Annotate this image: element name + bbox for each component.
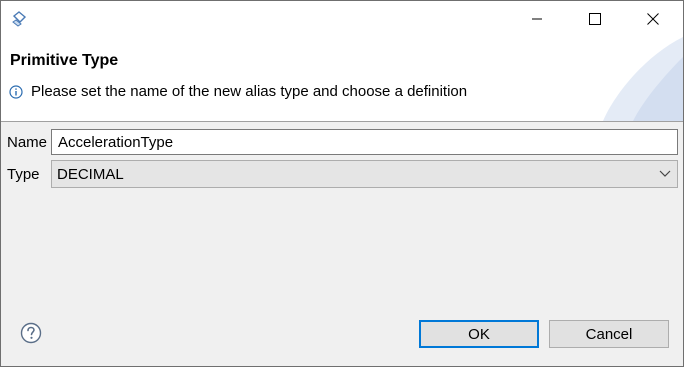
chevron-down-icon [659, 170, 671, 177]
cancel-button-label: Cancel [585, 325, 633, 343]
type-select[interactable]: DECIMAL [51, 160, 678, 188]
title-bar[interactable] [1, 1, 683, 37]
minimize-icon [532, 18, 542, 20]
name-input[interactable] [51, 129, 678, 155]
maximize-button[interactable] [566, 1, 624, 37]
cancel-button[interactable]: Cancel [549, 320, 669, 348]
close-icon [647, 13, 659, 25]
maximize-icon [589, 13, 601, 25]
primitive-type-dialog: Primitive Type Please set the name of th… [0, 0, 684, 367]
type-select-value: DECIMAL [57, 165, 124, 183]
type-label: Type [7, 166, 40, 183]
dialog-message-text: Please set the name of the new alias typ… [31, 83, 468, 100]
banner-separator [1, 121, 683, 122]
dialog-banner: Primitive Type Please set the name of th… [1, 37, 683, 121]
dialog-title: Primitive Type [10, 52, 119, 69]
eclipse-dialog-icon [12, 11, 27, 27]
help-icon[interactable] [20, 322, 42, 344]
name-label: Name [7, 134, 48, 151]
info-icon [9, 84, 23, 99]
banner-decoration-graphic [603, 37, 683, 121]
minimize-button[interactable] [508, 1, 566, 37]
ok-button-label: OK [468, 325, 490, 343]
dialog-message: Please set the name of the new alias typ… [9, 83, 467, 100]
close-button[interactable] [624, 1, 682, 37]
ok-button[interactable]: OK [419, 320, 539, 348]
